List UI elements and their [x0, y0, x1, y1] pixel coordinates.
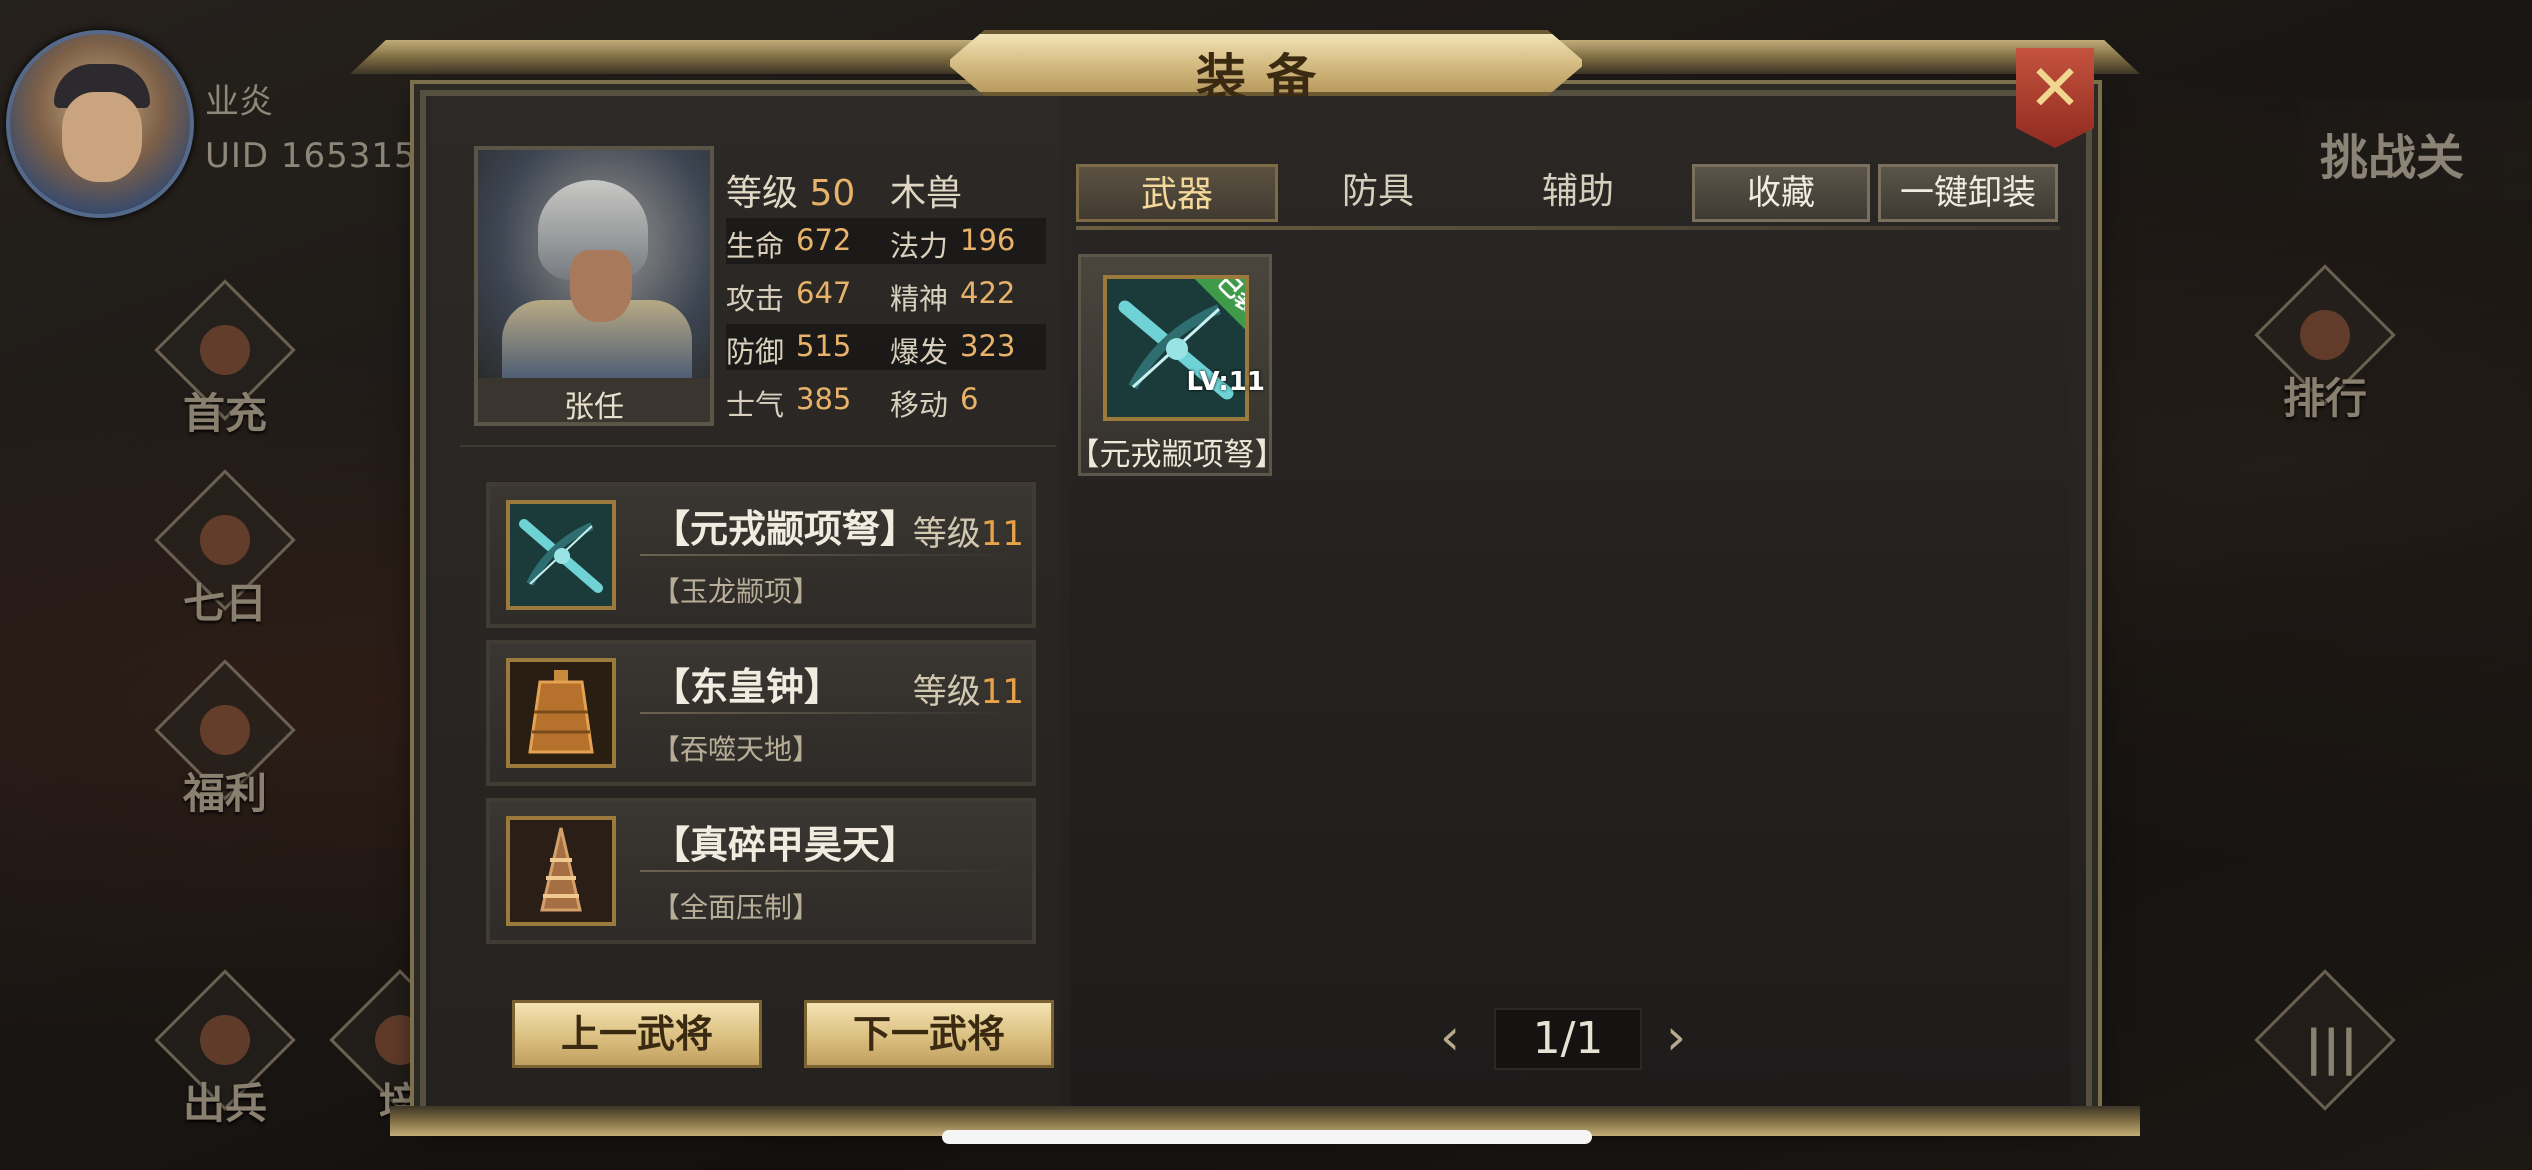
stat-key: 移动: [890, 388, 949, 422]
ranking-board-icon: [2300, 310, 2350, 360]
stat-value: 672: [796, 223, 852, 257]
player-name: 业炎: [205, 82, 273, 122]
inventory-item[interactable]: 已装备 LV:11 【元戎颛项弩】: [1069, 254, 1286, 476]
chevron-right-icon[interactable]: ›: [1666, 1008, 1686, 1066]
crossbow-icon: 已装备: [1103, 275, 1249, 421]
equip-level-label: 等级: [912, 514, 981, 554]
prev-hero-button[interactable]: 上一武将: [512, 1000, 762, 1068]
bell-icon: [506, 658, 616, 768]
hero-name: 张任: [564, 390, 624, 425]
tab-weapon[interactable]: 武器: [1076, 164, 1278, 222]
stat-value: 196: [960, 223, 1016, 257]
stat-key: 生命: [726, 229, 785, 263]
home-indicator[interactable]: [942, 1130, 1592, 1144]
drum-icon: [200, 1015, 250, 1065]
inventory-column: [1070, 96, 2070, 1106]
stat-value: 422: [960, 276, 1016, 310]
equip-level-value: 11: [980, 672, 1024, 712]
equip-level-value: 11: [980, 514, 1024, 554]
close-icon: ✕: [2028, 52, 2082, 126]
crossbow-icon: [506, 500, 616, 610]
sword-icon: [375, 1015, 425, 1065]
stat-value: 647: [796, 276, 852, 310]
item-level-tag: LV:11: [1186, 367, 1265, 397]
unequip-all-button[interactable]: 一键卸装: [1878, 164, 2058, 222]
side-label: 首充: [182, 389, 267, 438]
menu-button[interactable]: |||: [2250, 969, 2400, 1120]
stat-key: 士气: [726, 388, 785, 422]
stat-row: 攻击 647 精神 422: [726, 271, 1046, 317]
stat-value: 6: [960, 382, 979, 416]
equip-slot-weapon[interactable]: 【元戎颛项弩】 等级11 【玉龙颛项】: [486, 482, 1036, 628]
welfare-button[interactable]: 福利: [150, 659, 300, 818]
equip-skill: 【玉龙颛项】: [652, 575, 821, 608]
close-button[interactable]: ✕: [2016, 48, 2094, 148]
treasure-icon: [200, 705, 250, 755]
equip-level: 等级11: [913, 664, 1024, 713]
first-recharge-button[interactable]: 首充: [150, 279, 300, 438]
pagoda-icon: [506, 816, 616, 926]
equip-title: 【真碎甲昊天】: [652, 823, 919, 867]
stat-value: 323: [960, 329, 1016, 363]
stat-row: 士气 385 移动 6: [726, 377, 1046, 423]
ranking-button[interactable]: 排行: [2250, 264, 2400, 423]
scroll-icon: [200, 515, 250, 565]
tab-underline: [1076, 226, 2060, 230]
stat-key: 法力: [890, 229, 949, 263]
tab-armor[interactable]: 防具: [1278, 164, 1478, 222]
stat-row: 防御 515 爆发 323: [726, 324, 1046, 370]
player-uid: UID 1653157: [205, 136, 440, 176]
next-hero-button[interactable]: 下一武将: [804, 1000, 1054, 1068]
challenge-label: 挑战关: [2320, 130, 2465, 186]
page-indicator: 1/1: [1494, 1008, 1642, 1070]
equip-skill: 【吞噬天地】: [652, 733, 821, 766]
equip-level: 等级11: [913, 506, 1024, 555]
level-label: 等级: [726, 173, 799, 214]
collect-button[interactable]: 收藏: [1692, 164, 1870, 222]
player-avatar[interactable]: [6, 30, 194, 218]
equip-level-label: 等级: [912, 672, 981, 712]
equip-slot-armor[interactable]: 【东皇钟】 等级11 【吞噬天地】: [486, 640, 1036, 786]
hero-portrait: 张任: [474, 146, 714, 426]
stat-key: 攻击: [726, 282, 785, 316]
stat-value: 385: [796, 382, 852, 416]
dispatch-button[interactable]: 出兵: [150, 969, 300, 1128]
challenge-stage-button[interactable]: 挑战关: [2300, 100, 2532, 200]
seven-day-button[interactable]: 七日: [150, 469, 300, 628]
stat-key: 防御: [726, 335, 785, 369]
side-label: 福利: [182, 769, 267, 818]
equip-skill: 【全面压制】: [652, 891, 821, 924]
stat-key: 精神: [890, 282, 949, 316]
tab-accessory[interactable]: 辅助: [1478, 164, 1678, 222]
menu-icon: |||: [2305, 1020, 2358, 1076]
hero-level-row: 等级 50 木兽: [726, 164, 962, 216]
hero-element: 木兽: [890, 173, 963, 214]
equip-title: 【元戎颛项弩】: [652, 507, 919, 551]
gift-icon: [200, 325, 250, 375]
side-label: 出兵: [182, 1079, 267, 1128]
equip-slot-accessory[interactable]: 【真碎甲昊天】 【全面压制】: [486, 798, 1036, 944]
item-name: 【元戎颛项弩】: [1068, 437, 1286, 473]
stat-key: 爆发: [890, 335, 949, 369]
panel-title-plate: 装备: [946, 30, 1586, 96]
chevron-left-icon[interactable]: ‹: [1440, 1008, 1460, 1066]
level-value: 50: [809, 173, 856, 214]
stat-row: 生命 672 法力 196: [726, 218, 1046, 264]
divider: [460, 445, 1056, 447]
stat-value: 515: [796, 329, 852, 363]
side-label: 排行: [2282, 374, 2367, 423]
equip-title: 【东皇钟】: [652, 665, 843, 709]
side-label: 七日: [182, 579, 267, 628]
